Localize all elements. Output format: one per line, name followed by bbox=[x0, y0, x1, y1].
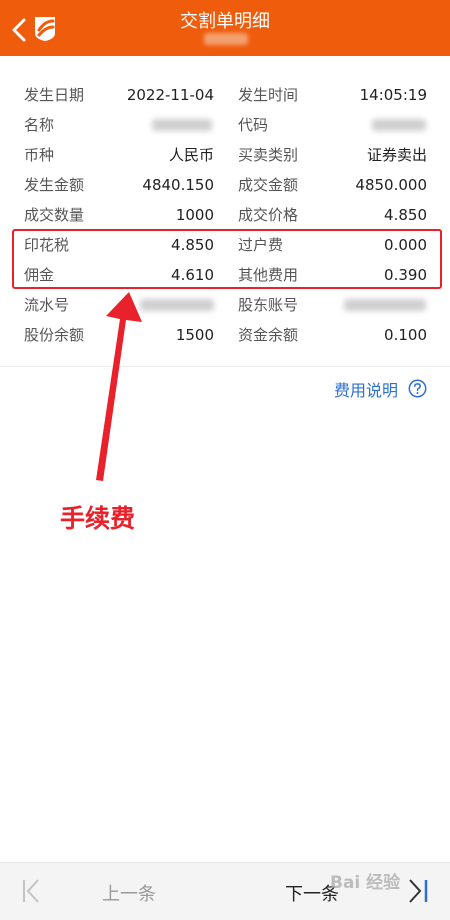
value-amount: 4840.150 bbox=[142, 176, 214, 194]
label-name: 名称 bbox=[24, 116, 55, 134]
value-quantity: 1000 bbox=[175, 206, 214, 224]
label-serial-no: 流水号 bbox=[24, 296, 70, 314]
fee-highlight-box bbox=[12, 229, 442, 289]
label-currency: 币种 bbox=[24, 146, 55, 164]
watermark: Bai 经验 bbox=[330, 873, 401, 893]
label-date: 发生日期 bbox=[24, 86, 85, 104]
label-code: 代码 bbox=[238, 116, 269, 134]
value-price: 4.850 bbox=[384, 206, 427, 224]
value-date: 2022-11-04 bbox=[126, 86, 214, 104]
value-trade-type: 证券卖出 bbox=[366, 146, 427, 164]
section-divider bbox=[0, 366, 450, 367]
fee-explanation-link[interactable]: 费用说明 bbox=[334, 377, 398, 401]
prev-button[interactable]: 上一条 bbox=[102, 880, 156, 906]
value-share-balance: 1500 bbox=[175, 326, 214, 344]
question-icon[interactable] bbox=[408, 379, 427, 398]
label-trade-type: 买卖类别 bbox=[238, 146, 299, 164]
value-name-blurred bbox=[152, 119, 212, 131]
annotation-text: 手续费 bbox=[60, 504, 136, 533]
page-title: 交割单明细 bbox=[180, 11, 270, 32]
next-page-icon[interactable] bbox=[404, 877, 430, 905]
value-fund-balance: 0.100 bbox=[384, 326, 427, 344]
label-deal-amount: 成交金额 bbox=[238, 176, 299, 194]
value-currency: 人民币 bbox=[168, 146, 214, 164]
label-time: 发生时间 bbox=[238, 86, 299, 104]
prev-page-icon[interactable] bbox=[20, 877, 44, 905]
value-code-blurred bbox=[372, 119, 426, 131]
value-account-blurred bbox=[344, 299, 426, 311]
value-time: 14:05:19 bbox=[359, 86, 427, 104]
account-subtitle-blurred bbox=[204, 33, 248, 45]
value-deal-amount: 4850.000 bbox=[355, 176, 427, 194]
header-bar: 交割单明细 bbox=[0, 0, 450, 56]
label-price: 成交价格 bbox=[238, 206, 299, 224]
label-amount: 发生金额 bbox=[24, 176, 85, 194]
value-serial-blurred bbox=[140, 299, 214, 311]
label-fund-balance: 资金余额 bbox=[238, 326, 299, 344]
label-share-balance: 股份余额 bbox=[24, 326, 85, 344]
label-shareholder-account: 股东账号 bbox=[238, 296, 299, 314]
label-quantity: 成交数量 bbox=[24, 206, 85, 224]
